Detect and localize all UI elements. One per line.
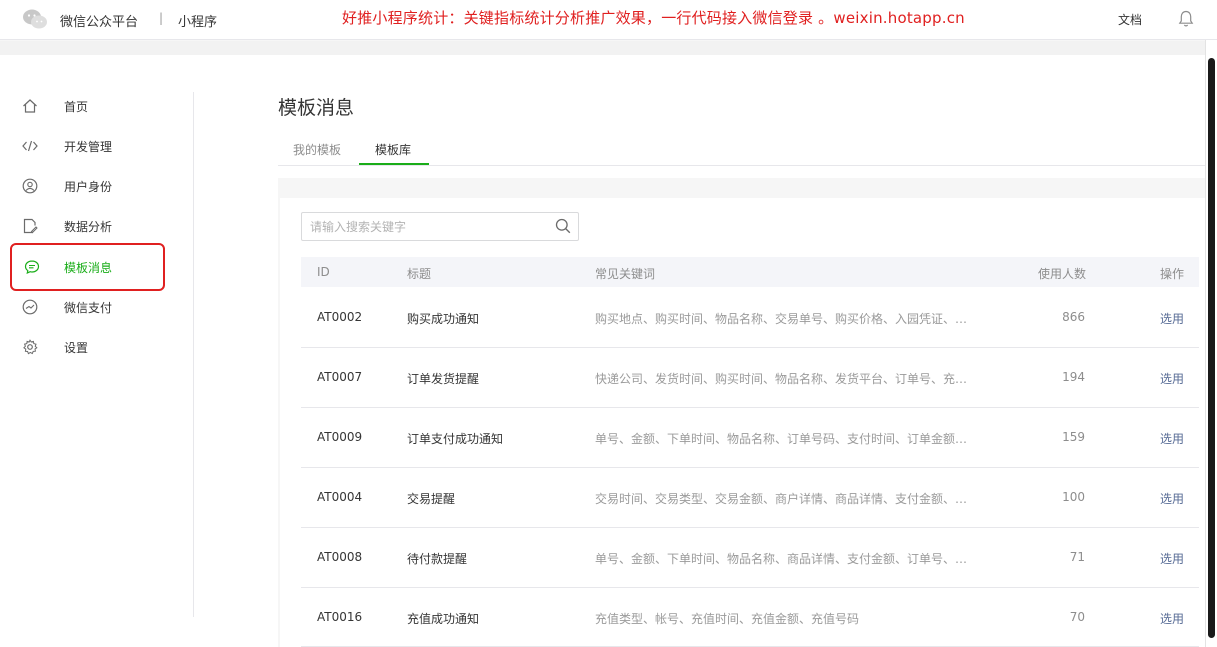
gear-icon: [23, 339, 38, 355]
template-id: AT0007: [317, 370, 363, 384]
template-keywords: 单号、金额、下单时间、物品名称、订单号码、支付时间、订单金额…: [595, 432, 967, 446]
search-icon[interactable]: [555, 218, 571, 234]
template-title: 待付款提醒: [407, 552, 468, 566]
template-id: AT0008: [317, 550, 363, 564]
table-row: AT0008 待付款提醒 单号、金额、下单时间、物品名称、商品详情、支付金额、订…: [301, 528, 1199, 588]
table-row: AT0002 购买成功通知 购买地点、购买时间、物品名称、交易单号、购买价格、入…: [301, 288, 1199, 348]
column-header-action: 操作: [1160, 267, 1185, 281]
sidebar-item-home[interactable]: 首页: [10, 86, 164, 126]
active-tab-indicator: [359, 163, 429, 165]
select-template-link[interactable]: 选用: [1160, 550, 1184, 567]
template-id: AT0009: [317, 430, 363, 444]
template-keywords: 交易时间、交易类型、交易金额、商户详情、商品详情、支付金额、…: [595, 492, 967, 506]
top-bar: 微信公众平台 | 小程序 好推小程序统计：关键指标统计分析推广效果，一行代码接入…: [0, 0, 1217, 40]
tab-template-library[interactable]: 模板库: [375, 141, 411, 158]
sidebar-item-label: 开发管理: [64, 140, 113, 154]
column-header-id: ID: [317, 265, 330, 279]
sidebar-item-label: 数据分析: [64, 220, 113, 234]
header-gap: [0, 41, 1205, 55]
column-header-title: 标题: [407, 267, 432, 281]
usage-count: 71: [1069, 550, 1085, 564]
select-template-link[interactable]: 选用: [1160, 490, 1184, 507]
sidebar-item-label: 设置: [64, 341, 89, 355]
brand-separator: |: [159, 11, 164, 25]
sidebar-item-data-analysis[interactable]: 数据分析: [10, 206, 164, 246]
page-title: 模板消息: [278, 97, 355, 119]
template-keywords: 购买地点、购买时间、物品名称、交易单号、购买价格、入园凭证、…: [595, 312, 967, 326]
sidebar-item-label: 微信支付: [64, 301, 113, 315]
template-title: 订单发货提醒: [407, 372, 480, 386]
usage-count: 159: [1062, 430, 1085, 444]
wechat-logo-icon[interactable]: [22, 8, 48, 30]
home-icon: [23, 99, 37, 113]
table-row: AT0016 充值成功通知 充值类型、帐号、充值时间、充值金额、充值号码 70 …: [301, 588, 1199, 647]
template-title: 充值成功通知: [407, 612, 480, 626]
platform-name[interactable]: 微信公众平台: [60, 11, 138, 30]
code-icon: [22, 140, 38, 152]
sidebar-item-label: 首页: [64, 100, 89, 114]
sidebar-divider: [193, 92, 194, 617]
scrollbar-thumb[interactable]: [1208, 58, 1215, 638]
docs-link[interactable]: 文档: [1118, 11, 1142, 28]
usage-count: 866: [1062, 310, 1085, 324]
select-template-link[interactable]: 选用: [1160, 370, 1184, 387]
sidebar-item-settings[interactable]: 设置: [10, 327, 164, 367]
tabs-divider: [278, 165, 1205, 166]
usage-count: 70: [1069, 610, 1085, 624]
template-id: AT0002: [317, 310, 363, 324]
template-title: 购买成功通知: [407, 312, 480, 326]
table-row: AT0009 订单支付成功通知 单号、金额、下单时间、物品名称、订单号码、支付时…: [301, 408, 1199, 468]
template-keywords: 快递公司、发货时间、购买时间、物品名称、发货平台、订单号、充…: [595, 372, 967, 386]
select-template-link[interactable]: 选用: [1160, 430, 1184, 447]
table-header: ID 标题 常见关键词 使用人数 操作: [301, 257, 1199, 287]
sidebar-item-label: 模板消息: [64, 261, 113, 275]
sidebar-item-dev-management[interactable]: 开发管理: [10, 126, 164, 166]
payment-icon: [22, 299, 38, 315]
template-id: AT0004: [317, 490, 363, 504]
template-keywords: 单号、金额、下单时间、物品名称、商品详情、支付金额、订单号、…: [595, 552, 967, 566]
template-title: 订单支付成功通知: [407, 432, 504, 446]
template-id: AT0016: [317, 610, 363, 624]
promo-banner-text: 好推小程序统计：关键指标统计分析推广效果，一行代码接入微信登录 。weixin.…: [342, 9, 965, 27]
sidebar-item-template-messages[interactable]: 模板消息: [10, 243, 165, 291]
column-header-usage-count: 使用人数: [1038, 267, 1087, 281]
table-row: AT0007 订单发货提醒 快递公司、发货时间、购买时间、物品名称、发货平台、订…: [301, 348, 1199, 408]
bell-icon[interactable]: [1178, 10, 1194, 28]
user-icon: [22, 178, 38, 194]
sidebar-item-wechat-pay[interactable]: 微信支付: [10, 287, 164, 327]
sidebar-item-user-identity[interactable]: 用户身份: [10, 166, 164, 206]
usage-count: 194: [1062, 370, 1085, 384]
search-box: [301, 212, 579, 241]
usage-count: 100: [1062, 490, 1085, 504]
select-template-link[interactable]: 选用: [1160, 610, 1184, 627]
document-edit-icon: [23, 218, 38, 234]
select-template-link[interactable]: 选用: [1160, 310, 1184, 327]
template-title: 交易提醒: [407, 492, 456, 506]
table-row: AT0004 交易提醒 交易时间、交易类型、交易金额、商户详情、商品详情、支付金…: [301, 468, 1199, 528]
template-keywords: 充值类型、帐号、充值时间、充值金额、充值号码: [595, 612, 860, 626]
column-header-keywords: 常见关键词: [595, 267, 656, 281]
chat-bubble-icon: [24, 260, 40, 275]
search-input[interactable]: [310, 218, 540, 236]
sidebar-item-label: 用户身份: [64, 180, 113, 194]
product-name: 小程序: [178, 15, 218, 30]
tab-my-templates[interactable]: 我的模板: [293, 141, 341, 158]
